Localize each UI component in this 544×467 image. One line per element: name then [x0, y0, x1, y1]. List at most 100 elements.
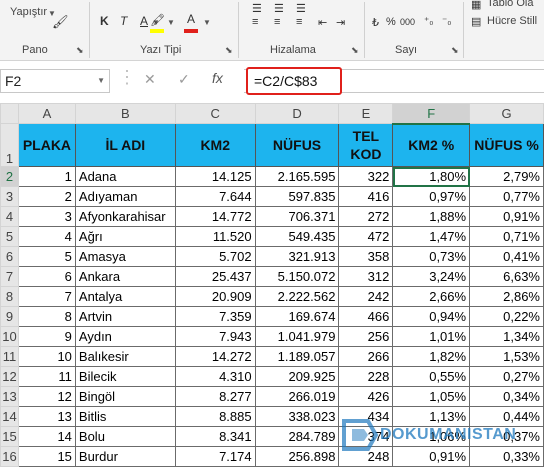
format-painter-icon[interactable]: 🖌 — [52, 14, 69, 30]
cell-nufus[interactable]: 321.913 — [254, 246, 340, 267]
row-header[interactable]: 16 — [0, 446, 19, 467]
cell-il[interactable]: Ankara — [74, 266, 176, 287]
cell-nufus[interactable]: 549.435 — [254, 226, 340, 247]
align-left-icon[interactable]: ≡ — [252, 16, 258, 28]
cell-km2[interactable]: 7.943 — [174, 326, 256, 347]
row-header[interactable]: 14 — [0, 406, 19, 427]
cell-nufusp[interactable]: 0,37% — [469, 426, 544, 447]
font-color-button[interactable]: A — [187, 12, 195, 26]
header-cell-nufus[interactable]: NÜFUS — [254, 123, 340, 167]
cell-nufusp[interactable]: 2,79% — [469, 166, 544, 187]
cell-il[interactable]: Antalya — [74, 286, 176, 307]
header-cell-il-adi[interactable]: İL ADI — [74, 123, 176, 167]
cell-km2[interactable]: 4.310 — [174, 366, 256, 387]
cell-il[interactable]: Adıyaman — [74, 186, 176, 207]
name-box-dropdown-icon[interactable]: ▼ — [97, 76, 105, 85]
row-header[interactable]: 7 — [0, 266, 19, 287]
cell-tel[interactable]: 374 — [338, 426, 394, 447]
cell-il[interactable]: Burdur — [74, 446, 176, 467]
cell-il[interactable]: Aydın — [74, 326, 176, 347]
cell-tel[interactable]: 472 — [338, 226, 394, 247]
column-header-a[interactable]: A — [17, 103, 76, 124]
font-color-dropdown-icon[interactable]: ▼ — [203, 18, 211, 27]
header-cell-tel-kod[interactable]: TEL KOD — [338, 123, 394, 167]
align-center-icon[interactable]: ≡ — [274, 16, 280, 28]
row-header[interactable]: 6 — [0, 246, 19, 267]
number-launcher-icon[interactable]: ⬊ — [451, 45, 459, 56]
cell-nufus[interactable]: 338.023 — [254, 406, 340, 427]
header-cell-km2-percent[interactable]: KM2 % — [392, 123, 471, 167]
cell-plaka[interactable]: 8 — [17, 306, 76, 327]
cell-nufusp[interactable]: 0,77% — [469, 186, 544, 207]
cell-nufusp[interactable]: 0,91% — [469, 206, 544, 227]
cell-km2p[interactable]: 1,80% — [392, 166, 471, 187]
cell-plaka[interactable]: 14 — [17, 426, 76, 447]
cell-nufus[interactable]: 256.898 — [254, 446, 340, 467]
cell-nufus[interactable]: 5.150.072 — [254, 266, 340, 287]
cell-km2[interactable]: 14.272 — [174, 346, 256, 367]
cell-km2p[interactable]: 1,13% — [392, 406, 471, 427]
cell-nufus[interactable]: 169.674 — [254, 306, 340, 327]
column-header-c[interactable]: C — [174, 103, 256, 124]
indent-increase-icon[interactable]: ⇥ — [336, 16, 345, 29]
cell-il[interactable]: Bilecik — [74, 366, 176, 387]
column-header-d[interactable]: D — [254, 103, 340, 124]
cell-plaka[interactable]: 6 — [17, 266, 76, 287]
cell-tel[interactable]: 256 — [338, 326, 394, 347]
cell-km2p[interactable]: 1,01% — [392, 326, 471, 347]
cell-plaka[interactable]: 13 — [17, 406, 76, 427]
cell-tel[interactable]: 434 — [338, 406, 394, 427]
cell-km2p[interactable]: 0,55% — [392, 366, 471, 387]
comma-style-button[interactable]: 000 — [400, 17, 415, 27]
align-middle-icon[interactable]: ☰ — [274, 2, 284, 15]
cell-tel[interactable]: 426 — [338, 386, 394, 407]
cell-nufus[interactable]: 1.041.979 — [254, 326, 340, 347]
cell-tel[interactable]: 322 — [338, 166, 394, 187]
cell-plaka[interactable]: 5 — [17, 246, 76, 267]
row-header[interactable]: 8 — [0, 286, 19, 307]
column-header-b[interactable]: B — [74, 103, 176, 124]
row-header[interactable]: 5 — [0, 226, 19, 247]
cell-nufusp[interactable]: 0,27% — [469, 366, 544, 387]
align-top-icon[interactable]: ☰ — [252, 2, 262, 15]
cell-nufus[interactable]: 706.371 — [254, 206, 340, 227]
cell-nufus[interactable]: 209.925 — [254, 366, 340, 387]
increase-decimal-icon[interactable]: ⁺₀ — [424, 16, 433, 27]
row-header[interactable]: 4 — [0, 206, 19, 227]
row-header[interactable]: 9 — [0, 306, 19, 327]
header-cell-nufus-percent[interactable]: NÜFUS % — [469, 123, 544, 167]
cell-plaka[interactable]: 15 — [17, 446, 76, 467]
cell-km2p[interactable]: 0,73% — [392, 246, 471, 267]
format-as-table-icon[interactable]: ▦ — [471, 0, 481, 11]
format-as-table-label[interactable]: Tablo Ola — [487, 0, 533, 9]
cell-il[interactable]: Afyonkarahisar — [74, 206, 176, 227]
cell-tel[interactable]: 312 — [338, 266, 394, 287]
cell-plaka[interactable]: 7 — [17, 286, 76, 307]
row-header[interactable]: 10 — [0, 326, 19, 347]
header-cell-plaka[interactable]: PLAKA — [17, 123, 76, 167]
cell-km2[interactable]: 7.174 — [174, 446, 256, 467]
cell-tel[interactable]: 416 — [338, 186, 394, 207]
cell-nufus[interactable]: 2.222.562 — [254, 286, 340, 307]
row-header[interactable]: 13 — [0, 386, 19, 407]
cell-nufus[interactable]: 597.835 — [254, 186, 340, 207]
cell-il[interactable]: Balıkesir — [74, 346, 176, 367]
cell-km2[interactable]: 5.702 — [174, 246, 256, 267]
row-header[interactable]: 3 — [0, 186, 19, 207]
cell-nufusp[interactable]: 0,41% — [469, 246, 544, 267]
clipboard-launcher-icon[interactable]: ⬊ — [76, 45, 84, 56]
cell-km2p[interactable]: 1,88% — [392, 206, 471, 227]
cell-plaka[interactable]: 1 — [17, 166, 76, 187]
cell-km2[interactable]: 7.359 — [174, 306, 256, 327]
align-right-icon[interactable]: ≡ — [296, 16, 302, 28]
column-header-f[interactable]: F — [392, 103, 471, 125]
row-header[interactable]: 2 — [0, 166, 19, 187]
row-header[interactable]: 15 — [0, 426, 19, 447]
cell-km2p[interactable]: 0,91% — [392, 446, 471, 467]
cell-plaka[interactable]: 10 — [17, 346, 76, 367]
cell-nufusp[interactable]: 0,33% — [469, 446, 544, 467]
cell-plaka[interactable]: 12 — [17, 386, 76, 407]
cell-il[interactable]: Bingöl — [74, 386, 176, 407]
cell-plaka[interactable]: 4 — [17, 226, 76, 247]
select-all-corner[interactable] — [0, 103, 19, 124]
